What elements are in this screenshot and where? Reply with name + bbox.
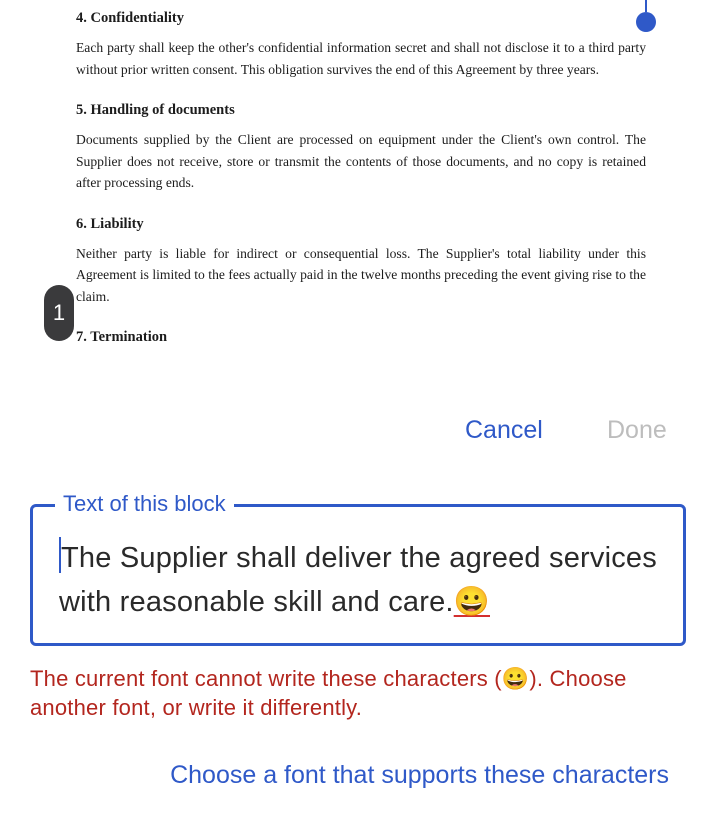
section-heading: 5. Handling of documents xyxy=(76,102,235,118)
choose-font-link[interactable]: Choose a font that supports these charac… xyxy=(170,759,669,791)
field-label: Text of this block xyxy=(55,490,234,518)
document-preview: 4. Confidentiality Each party shall keep… xyxy=(76,8,646,367)
section-body: Neither party is liable for indirect or … xyxy=(76,245,646,304)
page-number-badge: 1 xyxy=(44,285,74,341)
scroll-handle[interactable] xyxy=(636,0,656,32)
font-error-message: The current font cannot write these char… xyxy=(30,666,627,720)
section-body: Each party shall keep the other's confid… xyxy=(76,40,646,77)
section-heading: 4. Confidentiality xyxy=(76,10,184,26)
block-text-field[interactable]: Text of this block The Supplier shall de… xyxy=(30,490,686,646)
section-heading: 6. Liability xyxy=(76,215,144,232)
done-button[interactable]: Done xyxy=(607,414,667,446)
document-section: 4. Confidentiality Each party shall keep… xyxy=(76,8,646,80)
cancel-button[interactable]: Cancel xyxy=(465,414,543,446)
section-heading: 7. Termination xyxy=(76,329,168,345)
unsupported-character: 😀 xyxy=(453,586,490,618)
document-section: 5. Handling of documents Documents suppl… xyxy=(76,100,646,194)
block-text-input[interactable]: The Supplier shall deliver the agreed se… xyxy=(59,536,669,624)
document-section: 7. Termination xyxy=(76,327,646,347)
document-section: 6. Liability Neither party is liable for… xyxy=(76,214,646,308)
block-text-value: The Supplier shall deliver the agreed se… xyxy=(59,542,657,618)
section-body: Documents supplied by the Client are pro… xyxy=(76,132,646,190)
